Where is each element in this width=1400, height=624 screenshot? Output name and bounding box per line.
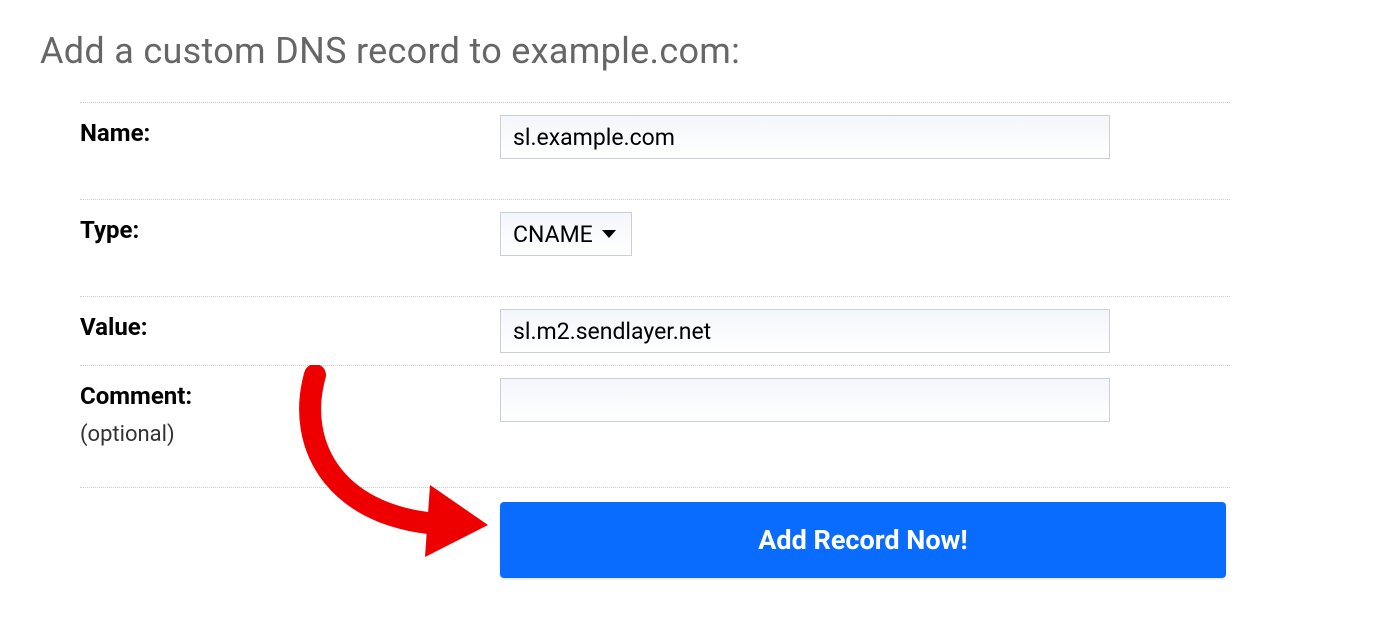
name-input[interactable] (500, 115, 1110, 159)
comment-label: Comment: (optional) (80, 378, 500, 447)
value-row: Value: (80, 296, 1230, 365)
page-title: Add a custom DNS record to example.com: (40, 30, 1360, 72)
type-row: Type: CNAME (80, 199, 1230, 296)
comment-input[interactable] (500, 378, 1110, 422)
value-label: Value: (80, 309, 500, 341)
dns-record-form: Name: Type: CNAME Value: Comment: (optio… (80, 102, 1230, 578)
comment-row: Comment: (optional) (80, 365, 1230, 488)
add-record-button[interactable]: Add Record Now! (500, 502, 1226, 578)
name-row: Name: (80, 102, 1230, 199)
chevron-down-icon (601, 228, 617, 240)
type-label: Type: (80, 212, 500, 244)
comment-label-text: Comment: (80, 382, 192, 410)
name-label: Name: (80, 115, 500, 147)
value-input[interactable] (500, 309, 1110, 353)
comment-optional-text: (optional) (80, 422, 500, 447)
type-selected-value: CNAME (513, 221, 593, 248)
submit-row: Add Record Now! (500, 488, 1230, 578)
type-select[interactable]: CNAME (500, 212, 632, 256)
